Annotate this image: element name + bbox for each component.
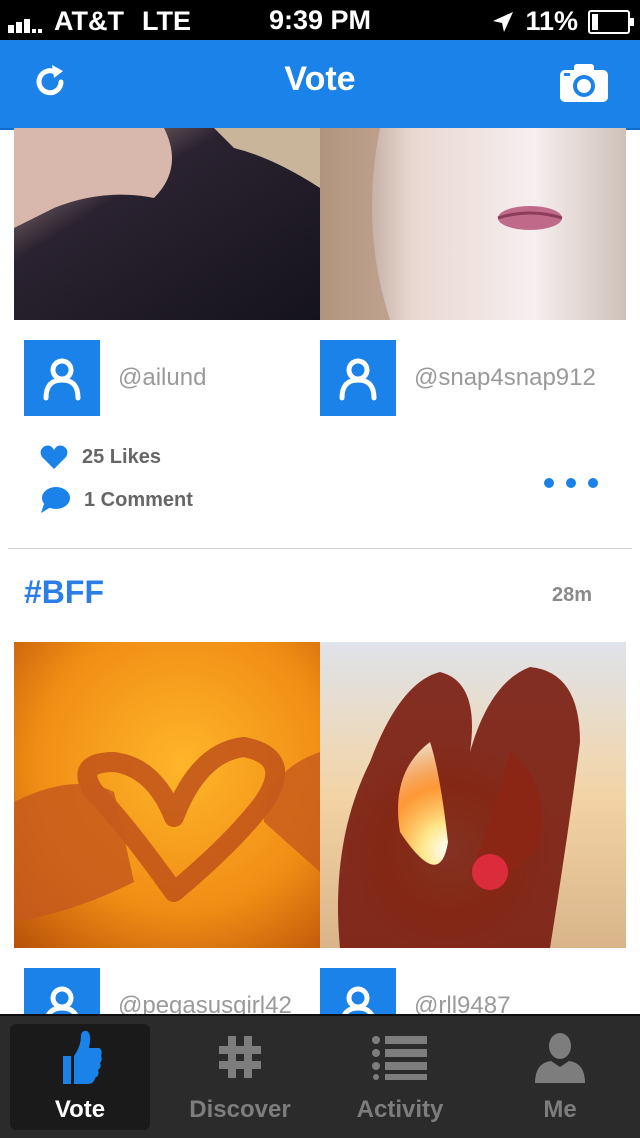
page-title: Vote (284, 60, 356, 98)
post1-user-left[interactable]: @ailund (24, 340, 206, 416)
username[interactable]: @snap4snap912 (414, 364, 596, 392)
battery-icon (588, 9, 634, 34)
thumbs-up-icon (45, 1022, 115, 1092)
comments-count[interactable]: 1 Comment (40, 486, 193, 514)
post1-photo-right[interactable] (320, 128, 626, 320)
comment-bubble-icon[interactable] (40, 486, 70, 514)
tab-label: Me (543, 1096, 577, 1123)
post1-user-right[interactable]: @snap4snap912 (320, 340, 596, 416)
comments-label: 1 Comment (84, 488, 193, 511)
status-right: 11% (491, 6, 634, 37)
username[interactable]: @rll9487 (414, 992, 510, 1014)
tab-label: Vote (54, 1096, 106, 1123)
tab-bar: Vote Discover Activity Me (0, 1014, 640, 1138)
likes-count[interactable]: 25 Likes (40, 444, 161, 470)
post1-photo-left[interactable] (14, 128, 320, 320)
user-placeholder-icon (43, 358, 81, 401)
vote-feed[interactable]: @ailund @snap4snap912 25 Likes 1 Comment… (0, 128, 640, 1014)
tab-label: Activity (356, 1096, 444, 1123)
more-options-icon[interactable] (544, 478, 598, 488)
avatar[interactable] (320, 968, 396, 1014)
heart-icon[interactable] (40, 444, 68, 470)
post2-user-left[interactable]: @pegasusgirl42 (24, 968, 292, 1014)
tab-me[interactable]: Me (480, 1016, 640, 1138)
user-placeholder-icon (342, 986, 374, 1014)
tab-activity[interactable]: Activity (320, 1016, 480, 1138)
post2-photo-right[interactable] (320, 642, 626, 948)
post2-photo-left[interactable] (14, 642, 320, 948)
post-divider (8, 548, 632, 549)
username[interactable]: @pegasusgirl42 (118, 992, 292, 1014)
post2-user-right[interactable]: @rll9487 (320, 968, 510, 1014)
tab-vote[interactable]: Vote (0, 1016, 160, 1138)
tab-label: Discover (189, 1096, 291, 1123)
user-placeholder-icon (339, 358, 377, 401)
camera-icon[interactable] (558, 62, 610, 104)
avatar[interactable] (320, 340, 396, 416)
post-hashtag[interactable]: #BFF (24, 574, 104, 611)
avatar[interactable] (24, 340, 100, 416)
post-time: 28m (551, 584, 592, 606)
status-bar: AT&T LTE 9:39 PM 11% (0, 0, 640, 40)
hashtag-icon (205, 1022, 275, 1092)
user-placeholder-icon (46, 986, 78, 1014)
tab-discover[interactable]: Discover (160, 1016, 320, 1138)
avatar[interactable] (24, 968, 100, 1014)
battery-percent: 11% (525, 6, 578, 36)
navigation-bar: Vote (0, 40, 640, 130)
person-icon (525, 1022, 595, 1092)
list-icon (365, 1022, 435, 1092)
username[interactable]: @ailund (118, 364, 206, 392)
location-arrow-icon (493, 11, 514, 32)
likes-label: 25 Likes (82, 445, 161, 468)
